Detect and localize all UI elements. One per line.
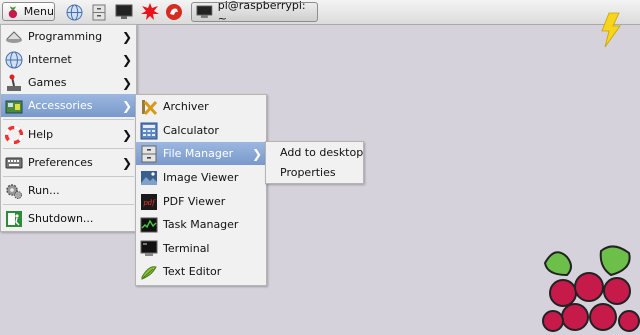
menu-item-preferences[interactable]: Preferences ❯ bbox=[1, 151, 136, 174]
menu-item-label: Games bbox=[28, 76, 67, 89]
menu-item-shutdown[interactable]: Shutdown... bbox=[1, 207, 136, 230]
file-cabinet-icon[interactable] bbox=[90, 3, 108, 21]
context-item-add-to-desktop[interactable]: Add to desktop bbox=[266, 142, 363, 162]
monitor-icon[interactable] bbox=[115, 3, 133, 21]
submenu-item-label: File Manager bbox=[163, 147, 234, 160]
raspberry-logo-icon bbox=[8, 5, 18, 18]
submenu-item-pdf-viewer[interactable]: pdf PDF Viewer bbox=[136, 190, 266, 213]
context-item-label: Add to desktop bbox=[280, 145, 364, 159]
svg-text:pdf: pdf bbox=[143, 199, 156, 207]
menu-item-label: Accessories bbox=[28, 99, 93, 112]
menu-item-label: Preferences bbox=[28, 156, 93, 169]
file-manager-context-menu: Add to desktop Properties bbox=[265, 141, 364, 184]
menu-button-label: Menu bbox=[23, 5, 54, 18]
chevron-right-icon: ❯ bbox=[122, 155, 133, 170]
menu-item-programming[interactable]: Programming ❯ bbox=[1, 25, 136, 48]
taskbar: Menu pi@raspberrypi: ~ bbox=[0, 0, 640, 25]
chevron-right-icon: ❯ bbox=[122, 52, 133, 67]
context-item-label: Properties bbox=[280, 165, 336, 179]
chevron-right-icon: ❯ bbox=[122, 127, 133, 142]
chevron-right-icon: ❯ bbox=[122, 29, 133, 44]
menu-item-label: Programming bbox=[28, 30, 103, 43]
accessories-submenu: Archiver Calculator File Manager ❯ Image… bbox=[135, 94, 267, 286]
starburst-icon[interactable] bbox=[141, 3, 159, 21]
text-editor-icon bbox=[140, 263, 158, 281]
main-menu: Programming ❯ Internet ❯ Games ❯ Accesso… bbox=[0, 24, 137, 232]
menu-item-run[interactable]: Run... bbox=[1, 179, 136, 202]
submenu-item-calculator[interactable]: Calculator bbox=[136, 119, 266, 142]
submenu-item-label: Archiver bbox=[163, 100, 209, 113]
menu-separator bbox=[3, 204, 134, 205]
menu-item-label: Shutdown... bbox=[28, 212, 94, 225]
monitor-icon bbox=[196, 5, 213, 18]
task-manager-icon bbox=[140, 216, 158, 234]
menu-item-label: Help bbox=[28, 128, 54, 141]
accessories-icon bbox=[5, 97, 23, 115]
chevron-right-icon: ❯ bbox=[252, 146, 263, 161]
preferences-icon bbox=[5, 154, 23, 172]
menu-button[interactable]: Menu bbox=[2, 2, 55, 21]
task-button-label: pi@raspberrypi: ~ bbox=[217, 0, 306, 25]
chevron-right-icon: ❯ bbox=[122, 98, 133, 113]
menu-item-label: Internet bbox=[28, 53, 72, 66]
globe-icon[interactable] bbox=[65, 3, 83, 21]
joystick-icon bbox=[5, 74, 23, 92]
archiver-icon bbox=[140, 98, 158, 116]
menu-item-internet[interactable]: Internet ❯ bbox=[1, 48, 136, 71]
submenu-item-label: Text Editor bbox=[163, 265, 222, 278]
lightning-bolt-icon bbox=[601, 12, 621, 48]
terminal-icon bbox=[140, 240, 158, 258]
submenu-item-label: PDF Viewer bbox=[163, 195, 226, 208]
image-viewer-icon bbox=[140, 169, 158, 187]
wolfram-icon[interactable] bbox=[165, 3, 183, 21]
menu-separator bbox=[3, 148, 134, 149]
terminal-task-button[interactable]: pi@raspberrypi: ~ bbox=[191, 0, 318, 25]
pdf-icon: pdf bbox=[140, 193, 158, 211]
submenu-item-image-viewer[interactable]: Image Viewer bbox=[136, 166, 266, 189]
gears-icon bbox=[5, 182, 23, 200]
context-item-properties[interactable]: Properties bbox=[266, 162, 363, 182]
submenu-item-label: Image Viewer bbox=[163, 171, 239, 184]
menu-separator bbox=[3, 119, 134, 120]
programming-icon bbox=[5, 28, 23, 46]
submenu-item-label: Terminal bbox=[163, 242, 210, 255]
menu-item-accessories[interactable]: Accessories ❯ bbox=[1, 94, 136, 117]
globe-icon bbox=[5, 51, 23, 69]
menu-item-label: Run... bbox=[28, 184, 60, 197]
menu-separator bbox=[3, 176, 134, 177]
submenu-item-archiver[interactable]: Archiver bbox=[136, 95, 266, 118]
submenu-item-text-editor[interactable]: Text Editor bbox=[136, 260, 266, 283]
chevron-right-icon: ❯ bbox=[122, 75, 133, 90]
submenu-item-terminal[interactable]: Terminal bbox=[136, 237, 266, 260]
file-manager-icon bbox=[140, 145, 158, 163]
menu-item-help[interactable]: Help ❯ bbox=[1, 123, 136, 146]
lifebuoy-icon bbox=[4, 125, 24, 144]
calculator-icon bbox=[140, 122, 158, 140]
raspberry-wallpaper-logo bbox=[542, 245, 640, 332]
submenu-item-file-manager[interactable]: File Manager ❯ bbox=[136, 142, 266, 165]
exit-icon bbox=[5, 210, 23, 228]
submenu-item-label: Calculator bbox=[163, 124, 219, 137]
submenu-item-task-manager[interactable]: Task Manager bbox=[136, 213, 266, 236]
menu-item-games[interactable]: Games ❯ bbox=[1, 71, 136, 94]
submenu-item-label: Task Manager bbox=[163, 218, 239, 231]
